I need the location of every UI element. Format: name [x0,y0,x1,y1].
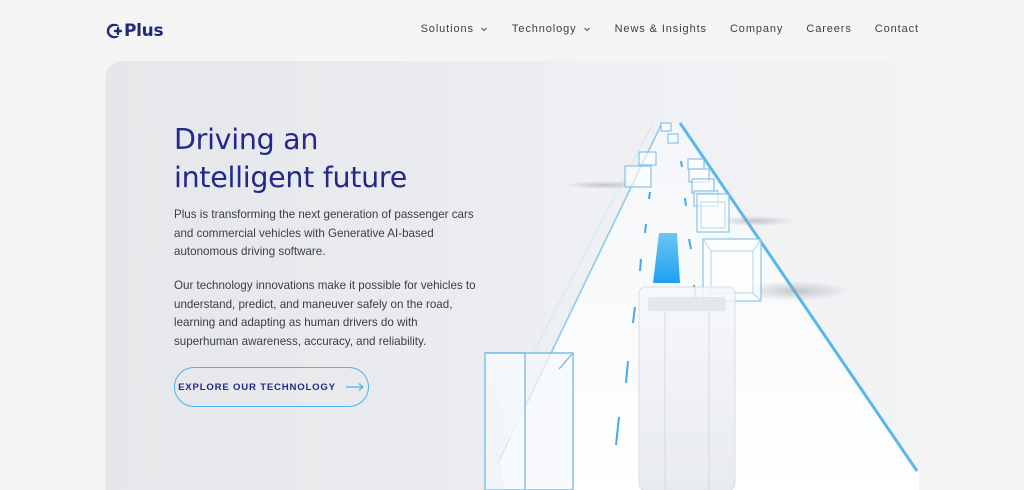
nav-item-contact[interactable]: Contact [875,23,919,35]
nav-label: Company [729,23,784,35]
nav-label: News & Insights [614,23,707,35]
nav-label: Careers [806,23,852,35]
plus-logo-icon [106,23,122,39]
nav-item-technology[interactable]: Technology [512,23,592,35]
hero-title-line: Driving an [174,123,319,156]
nav-label: Technology [511,23,577,35]
nav-label: Contact [874,23,919,35]
hero-paragraph-detail: Our technology innovations make it possi… [174,279,476,348]
chevron-down-icon [481,27,487,32]
chevron-down-icon [583,27,590,32]
hero-title: Driving an intelligent future [174,121,407,197]
hero-title-line: intelligent future [174,161,407,194]
nav-item-solutions[interactable]: Solutions [421,23,489,35]
site-header: Plus Solutions Technology News & Insight… [0,0,1024,60]
explore-technology-button[interactable]: EXPLORE OUR TECHNOLOGY [174,367,369,407]
nav-item-careers[interactable]: Careers [806,23,851,35]
plus-logo[interactable]: Plus [106,21,164,41]
brand-name: Plus [124,21,164,41]
hero-section: Driving an intelligent future Plus is tr… [105,61,919,490]
nav-item-news-insights[interactable]: News & Insights [615,23,707,35]
nav-label: Solutions [420,23,474,35]
nav-item-company[interactable]: Company [730,23,783,35]
cta-label: EXPLORE OUR TECHNOLOGY [178,381,336,393]
hero-paragraph-intro: Plus is transforming the next generation… [174,208,474,258]
arrow-right-icon [345,383,364,391]
main-nav: Solutions Technology News & Insights Com… [421,23,919,35]
